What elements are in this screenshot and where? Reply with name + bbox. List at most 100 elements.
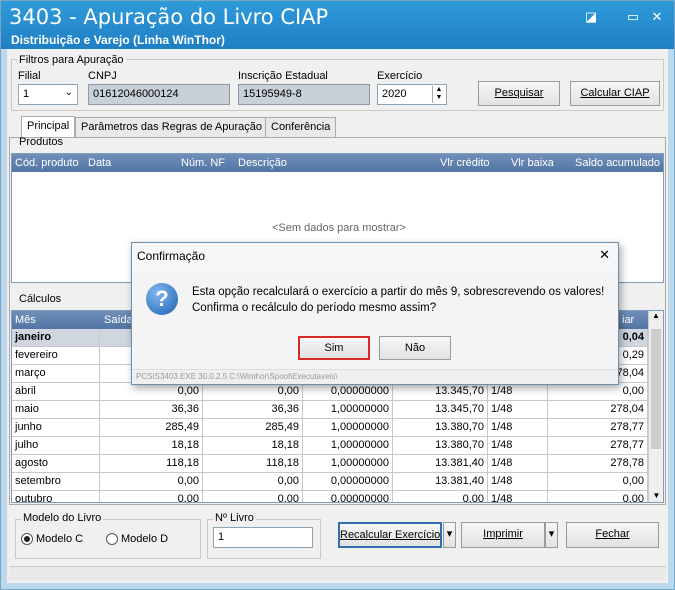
tab-parametros[interactable]: Parâmetros das Regras de Apuração [75, 117, 268, 137]
pesquisar-button[interactable]: Pesquisar [478, 81, 560, 106]
confirmation-dialog: Confirmação ✕ ? Esta opção recalculará o… [131, 242, 619, 385]
table-cell: 1/48 [488, 401, 548, 419]
minimize-icon[interactable]: ▭ [623, 9, 643, 25]
spin-arrows-icon[interactable]: ▲ ▼ [432, 86, 445, 103]
recalcular-dropdown-icon[interactable]: ▾ [443, 522, 456, 548]
table-row[interactable]: julho 18,18 18,18 1,00000000 13.380,70 1/48 27… [12, 437, 648, 455]
table-cell: 1,00000000 [303, 401, 393, 419]
main-window: 3403 - Apuração do Livro CIAP Distribuiç… [0, 0, 675, 590]
filters-group-label: Filtros para Apuração [17, 54, 126, 66]
tab-principal[interactable]: Principal [21, 116, 76, 138]
num-livro-field[interactable]: 1 [213, 527, 313, 548]
dialog-close-icon[interactable]: ✕ [599, 247, 610, 263]
table-row[interactable]: junho 285,49 285,49 1,00000000 13.380,70 1/48… [12, 419, 648, 437]
table-cell: 0,00000000 [303, 383, 393, 401]
dialog-titlebar: Confirmação ✕ [132, 243, 618, 271]
scroll-thumb[interactable] [651, 329, 661, 449]
col-descricao[interactable]: Descrição [238, 157, 287, 169]
cnpj-field[interactable]: 01612046000124 [88, 84, 230, 105]
table-cell: 18,18 [203, 437, 303, 455]
table-cell: 0,00 [203, 383, 303, 401]
modelo-c-label[interactable]: Modelo C [36, 533, 83, 545]
produtos-header: Cód. produto Data Núm. NF Descrição Vlr … [12, 154, 663, 172]
table-cell: fevereiro [12, 347, 100, 365]
calcular-ciap-button[interactable]: Calcular CIAP [570, 81, 660, 106]
modelo-c-radio[interactable] [21, 533, 33, 545]
table-cell: 0,00 [203, 473, 303, 491]
calculos-scrollbar[interactable]: ▲ ▼ [648, 311, 663, 502]
table-cell: 278,77 [548, 419, 648, 437]
col-data[interactable]: Data [88, 157, 111, 169]
table-cell: 285,49 [100, 419, 203, 437]
dialog-message-line2: Confirma o recálculo do período mesmo as… [192, 302, 437, 314]
table-cell: 1/48 [488, 491, 548, 502]
modelo-label: Modelo do Livro [21, 512, 104, 524]
col-saldo[interactable]: iar [622, 314, 634, 326]
scroll-down-icon[interactable]: ▼ [649, 491, 663, 500]
table-cell: 0,00 [393, 491, 488, 502]
table-cell: 0,00 [548, 473, 648, 491]
nao-button[interactable]: Não [379, 336, 451, 360]
scroll-up-icon[interactable]: ▲ [649, 311, 663, 320]
table-cell: 278,78 [548, 455, 648, 473]
sim-button[interactable]: Sim [298, 336, 370, 360]
col-vlr-baixa[interactable]: Vlr baixa [511, 157, 554, 169]
table-cell: 13.345,70 [393, 383, 488, 401]
col-mes[interactable]: Mês [15, 314, 36, 326]
table-cell: março [12, 365, 100, 383]
radio-selected-dot [24, 536, 30, 542]
produtos-label: Produtos [19, 136, 64, 148]
table-cell: 278,04 [548, 401, 648, 419]
table-cell: abril [12, 383, 100, 401]
cnpj-label: CNPJ [88, 70, 117, 82]
chevron-down-icon: ⌄ [64, 87, 73, 98]
num-livro-label: Nº Livro [213, 512, 256, 524]
col-num-nf[interactable]: Núm. NF [181, 157, 225, 169]
table-row[interactable]: abril 0,00 0,00 0,00000000 13.345,70 1/48 0,00 [12, 383, 648, 401]
restore-icon[interactable]: ◪ [581, 9, 601, 25]
table-cell: 0,00000000 [303, 491, 393, 502]
modelo-d-radio[interactable] [106, 533, 118, 545]
imprimir-button[interactable]: Imprimir [461, 522, 545, 548]
table-cell: outubro [12, 491, 100, 502]
tab-conferencia[interactable]: Conferência [265, 117, 337, 137]
filial-select[interactable]: 1 ⌄ [18, 84, 78, 105]
table-cell: maio [12, 401, 100, 419]
table-cell: 13.381,40 [393, 455, 488, 473]
table-cell: 1/48 [488, 455, 548, 473]
title-bar: 3403 - Apuração do Livro CIAP Distribuiç… [1, 1, 674, 49]
table-cell: 1,00000000 [303, 455, 393, 473]
dialog-title: Confirmação [137, 249, 206, 263]
fechar-button[interactable]: Fechar [566, 522, 659, 548]
modelo-d-label[interactable]: Modelo D [121, 533, 168, 545]
table-cell: 1/48 [488, 473, 548, 491]
table-row[interactable]: maio 36,36 36,36 1,00000000 13.345,70 1/48 278… [12, 401, 648, 419]
close-icon[interactable]: ✕ [647, 9, 667, 25]
table-row[interactable]: setembro 0,00 0,00 0,00000000 13.381,40 1/48 0… [12, 473, 648, 491]
exercicio-value: 2020 [382, 88, 407, 100]
table-cell: 1/48 [488, 437, 548, 455]
table-cell: 36,36 [100, 401, 203, 419]
exercicio-spinner[interactable]: 2020 ▲ ▼ [377, 84, 447, 105]
recalcular-button[interactable]: Recalcular Exercício [338, 522, 442, 548]
table-row[interactable]: agosto 118,18 118,18 1,00000000 13.381,40 1/4… [12, 455, 648, 473]
imprimir-dropdown-icon[interactable]: ▾ [545, 522, 558, 548]
status-bar [9, 566, 666, 580]
table-cell: 278,77 [548, 437, 648, 455]
dialog-footer: PCSIS3403.EXE 30.0.2.5 C:\Winthor\Spool\… [132, 369, 618, 384]
table-cell: 18,18 [100, 437, 203, 455]
table-cell: 0,00000000 [303, 473, 393, 491]
window-title: 3403 - Apuração do Livro CIAP [9, 5, 329, 29]
table-cell: 1/48 [488, 419, 548, 437]
filial-label: Filial [18, 70, 41, 82]
calculos-label: Cálculos [19, 293, 62, 305]
table-cell: janeiro [12, 329, 100, 347]
table-row[interactable]: outubro 0,00 0,00 0,00000000 0,00 1/48 0,00 [12, 491, 648, 502]
ie-field[interactable]: 15195949-8 [238, 84, 370, 105]
table-cell: 0,00 [203, 491, 303, 502]
table-cell: 0,00 [100, 491, 203, 502]
col-vlr-credito[interactable]: Vlr crédito [440, 157, 490, 169]
col-cod-produto[interactable]: Cód. produto [15, 157, 79, 169]
col-saldo-acumulado[interactable]: Saldo acumulado [575, 157, 660, 169]
table-cell: 1/48 [488, 383, 548, 401]
